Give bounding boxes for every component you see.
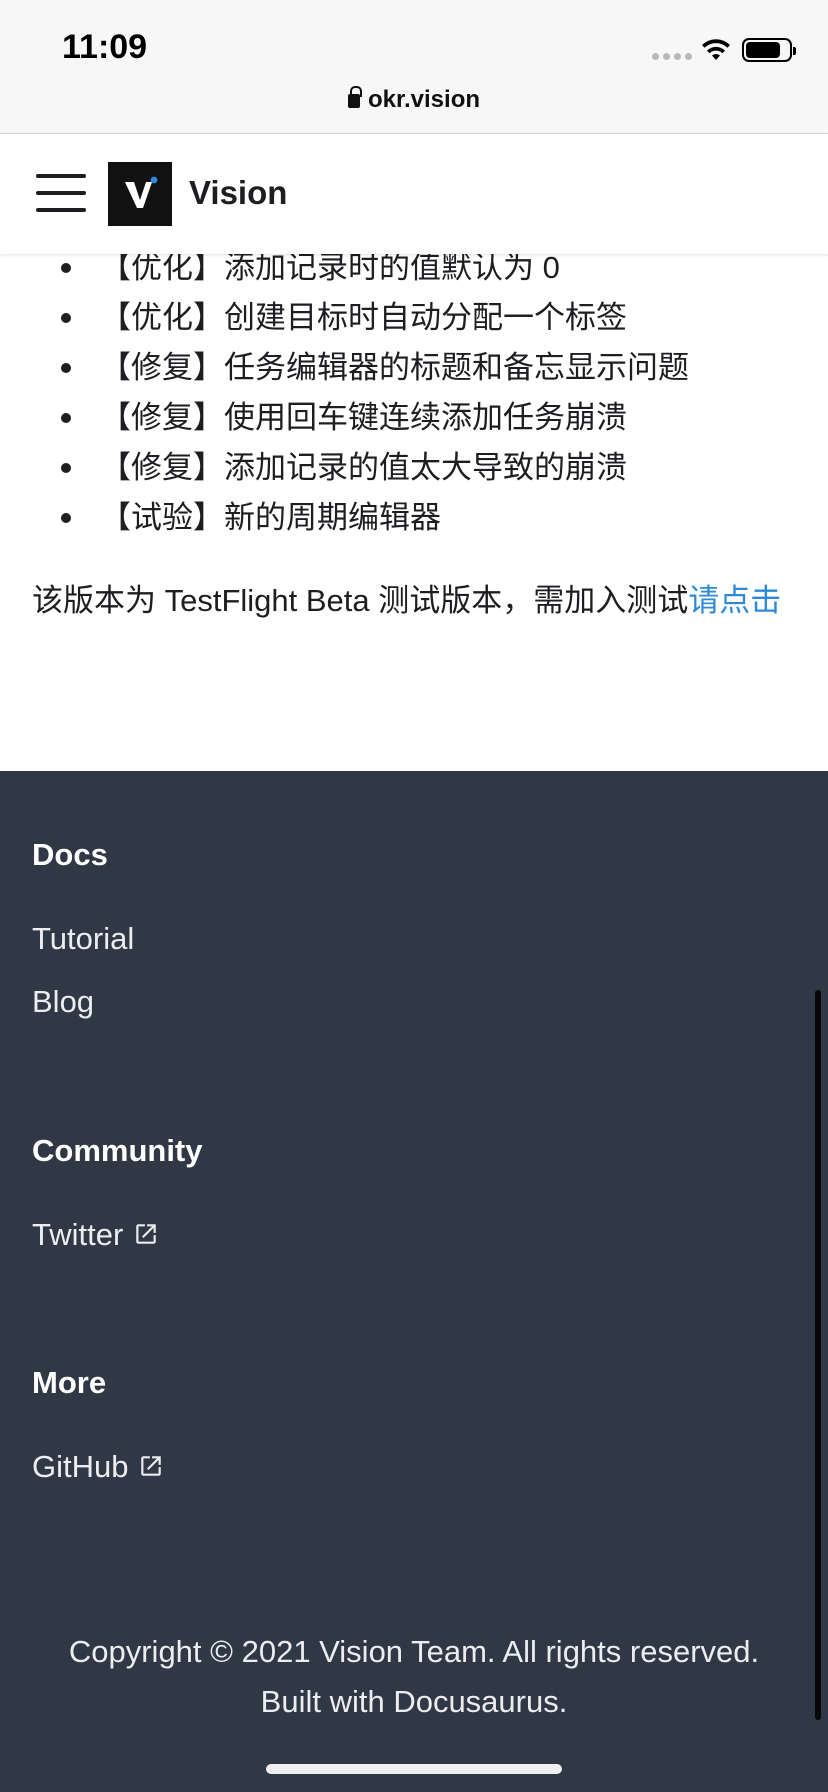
cellular-signal-icon [652, 53, 692, 60]
beta-note: 该版本为 TestFlight Beta 测试版本，需加入测试请点击 [32, 576, 802, 626]
footer-link-github[interactable]: GitHub [32, 1449, 164, 1485]
browser-status-bar: 11:09 okr.vision [0, 0, 828, 134]
brand-title[interactable]: Vision [189, 174, 287, 212]
address-url: okr.vision [367, 86, 481, 113]
page-scrollbar[interactable] [815, 990, 821, 1720]
external-link-icon [136, 1224, 157, 1244]
address-bar[interactable]: okr.vision [0, 86, 828, 114]
footer-community-title: Community [32, 1133, 203, 1168]
footer-docs-title: Docs [32, 837, 108, 872]
lock-icon [347, 86, 362, 108]
battery-icon [742, 38, 796, 62]
footer-link-blog[interactable]: Blog [32, 984, 94, 1020]
footer-link-label: Twitter [32, 1217, 124, 1252]
brand-logo[interactable] [108, 162, 172, 226]
footer-link-tutorial[interactable]: Tutorial [32, 921, 134, 957]
footer-link-twitter[interactable]: Twitter [32, 1217, 159, 1253]
wifi-icon [702, 39, 730, 60]
beta-note-text: 该版本为 TestFlight Beta 测试版本，需加入测试 [32, 583, 689, 618]
copyright-line: Copyright © 2021 Vision Team. All rights… [68, 1634, 760, 1669]
footer-more-title: More [32, 1365, 107, 1400]
home-indicator[interactable] [266, 1764, 562, 1774]
site-footer: Docs Tutorial Blog Community Twitter Mor… [0, 771, 828, 1792]
external-link-icon [141, 1456, 162, 1476]
site-navbar: Vision [0, 134, 828, 254]
footer-link-label: GitHub [32, 1449, 129, 1484]
vision-logo-icon [108, 162, 172, 226]
hamburger-menu-icon[interactable] [36, 174, 86, 212]
join-test-link[interactable]: 请点击 [688, 583, 781, 618]
built-with-line: Built with Docusaurus. [260, 1684, 568, 1719]
status-time: 11:09 [62, 28, 148, 66]
